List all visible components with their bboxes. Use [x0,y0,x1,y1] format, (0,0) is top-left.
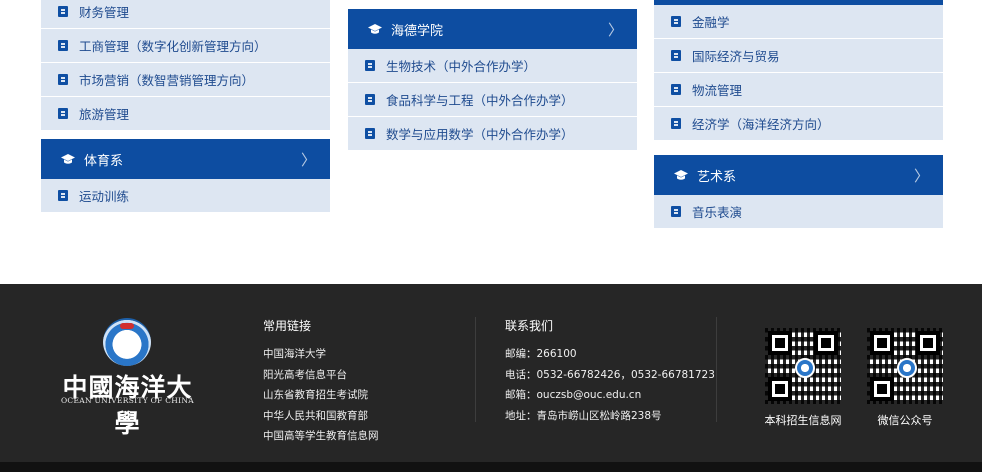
major-item[interactable]: 食品科学与工程（中外合作办学） [348,83,637,117]
footer-link[interactable]: 中国海洋大学 [263,344,379,365]
book-icon [671,16,681,27]
book-icon [58,40,68,51]
qr-admissions-site: 本科招生信息网 [758,328,848,428]
major-item[interactable]: 国际经济与贸易 [654,39,943,73]
chevron-right-icon: 〉 [913,166,929,185]
major-item[interactable]: 数学与应用数学（中外合作办学） [348,117,637,151]
logo-english-name: OCEAN UNIVERSITY OF CHINA [60,396,194,405]
links-heading: 常用链接 [263,319,312,333]
major-panel-sports: 体育系 〉 运动训练 [41,139,330,213]
major-panel-economics: 金融学 国际经济与贸易 物流管理 经济学（海洋经济方向） [654,0,943,141]
footer-contact: 联系我们 邮编：266100 电话：0532-66782426，0532-667… [505,317,715,426]
footer-bottom-bar [0,462,982,472]
qr-label: 本科招生信息网 [764,414,842,427]
major-item[interactable]: 音乐表演 [654,195,943,229]
book-icon [671,118,681,129]
footer-link[interactable]: 山东省教育招生考试院 [263,385,379,406]
university-emblem-icon [103,318,151,366]
major-item[interactable]: 运动训练 [41,179,330,213]
panel-header-arts[interactable]: 艺术系 〉 [654,155,943,195]
major-column-3: 金融学 国际经济与贸易 物流管理 经济学（海洋经济方向） 艺术系 〉 音乐表演 [654,0,943,237]
major-item[interactable]: 市场营销（数智营销管理方向） [41,63,330,97]
major-column-2: 海德学院 〉 生物技术（中外合作办学） 食品科学与工程（中外合作办学） 数学与应… [348,9,637,159]
qr-code-icon [867,328,943,404]
footer-divider [716,317,717,422]
panel-header-sports[interactable]: 体育系 〉 [41,139,330,179]
panel-header-haide[interactable]: 海德学院 〉 [348,9,637,49]
book-icon [365,94,375,105]
qr-code-icon [765,328,841,404]
graduation-cap-icon [674,169,688,181]
book-icon [58,108,68,119]
chevron-right-icon: 〉 [300,150,316,169]
footer-links: 常用链接 中国海洋大学 阳光高考信息平台 山东省教育招生考试院 中华人民共和国教… [263,317,379,447]
major-panel-haide: 海德学院 〉 生物技术（中外合作办学） 食品科学与工程（中外合作办学） 数学与应… [348,9,637,151]
contact-address: 地址：青岛市崂山区松岭路238号 [505,409,662,422]
contact-postcode: 邮编：266100 [505,348,577,360]
major-item[interactable]: 财务管理 [41,0,330,29]
footer-link[interactable]: 中华人民共和国教育部 [263,406,379,427]
book-icon [671,206,681,217]
book-icon [58,74,68,85]
chevron-right-icon: 〉 [607,20,623,39]
book-icon [365,60,375,71]
contact-heading: 联系我们 [505,319,554,333]
major-panel-management: 财务管理 工商管理（数字化创新管理方向） 市场营销（数智营销管理方向） 旅游管理 [41,0,330,131]
footer-link[interactable]: 中国高等学生教育信息网 [263,426,379,447]
major-column-1: 财务管理 工商管理（数字化创新管理方向） 市场营销（数智营销管理方向） 旅游管理… [41,0,330,221]
contact-phone: 电话：0532-66782426，0532-66781723 [505,368,715,381]
major-item[interactable]: 金融学 [654,5,943,39]
footer-link[interactable]: 阳光高考信息平台 [263,365,379,386]
panel-title: 海德学院 [391,23,444,39]
qr-label: 微信公众号 [877,414,933,427]
major-item[interactable]: 工商管理（数字化创新管理方向） [41,29,330,63]
major-panel-arts: 艺术系 〉 音乐表演 [654,155,943,229]
book-icon [58,190,68,201]
footer-divider [475,317,476,422]
major-item[interactable]: 生物技术（中外合作办学） [348,49,637,83]
book-icon [671,50,681,61]
panel-title: 体育系 [84,153,124,169]
site-footer: 中國海洋大學 OCEAN UNIVERSITY OF CHINA 常用链接 中国… [0,284,982,472]
major-item[interactable]: 旅游管理 [41,97,330,131]
major-item[interactable]: 物流管理 [654,73,943,107]
graduation-cap-icon [368,23,382,35]
qr-wechat: 微信公众号 [860,328,950,428]
major-item[interactable]: 经济学（海洋经济方向） [654,107,943,141]
panel-title: 艺术系 [697,169,737,185]
university-logo[interactable]: 中國海洋大學 OCEAN UNIVERSITY OF CHINA [55,318,200,438]
book-icon [58,6,68,17]
graduation-cap-icon [61,153,75,165]
book-icon [671,84,681,95]
book-icon [365,128,375,139]
contact-email[interactable]: 邮箱：ouczsb@ouc.edu.cn [505,385,715,406]
